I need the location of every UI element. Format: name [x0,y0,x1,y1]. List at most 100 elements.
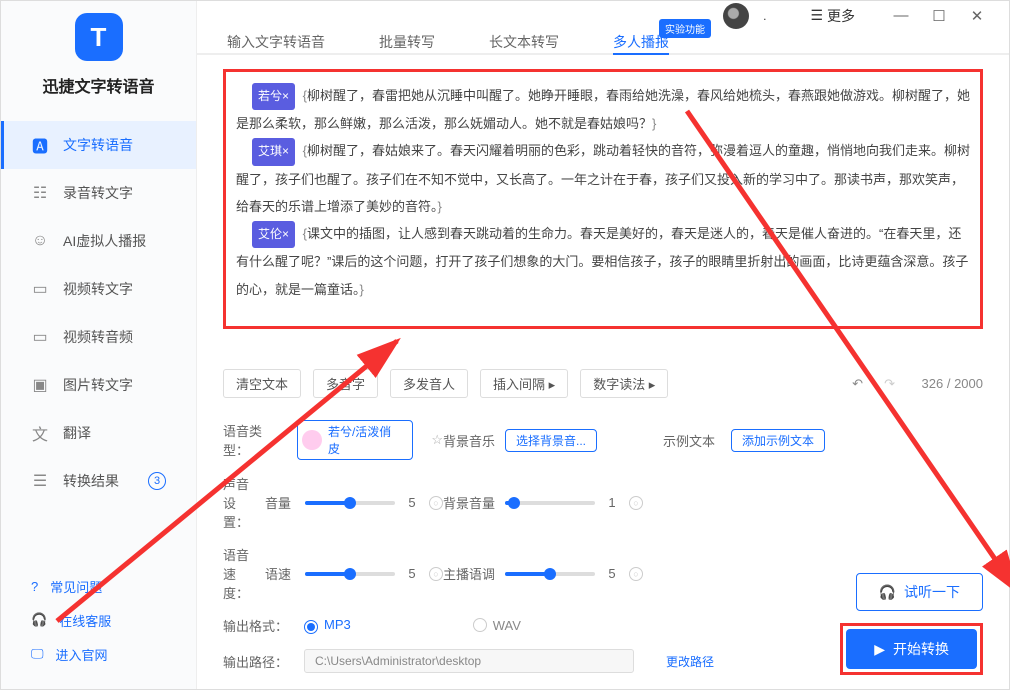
bottom-link-label: 在线客服 [59,611,111,630]
play-icon: ▶ [874,641,885,658]
text-editor[interactable]: 若兮× {柳树醒了，春雷把她从沉睡中叫醒了。她睁开睡眼，春雨给她洗澡，春风给她梳… [223,69,983,329]
sidebar-item-results[interactable]: ☰ 转换结果 3 [1,457,196,505]
preview-label: 试听一下 [904,582,960,602]
speaker-name: 艾伦 [258,227,282,241]
speaker-tag-aiqi[interactable]: 艾琪× [252,138,295,165]
voice-select[interactable]: 若兮/活泼俏皮 [297,420,413,460]
sidebar-item-record-to-text[interactable]: ☷ 录音转文字 [1,169,196,217]
char-max: 2000 [954,376,983,391]
user-avatar[interactable] [723,3,749,29]
multi-speaker-button[interactable]: 多发音人 [390,369,468,398]
website-link[interactable]: 🖵 进入官网 [1,637,196,671]
start-highlight: ▶ 开始转换 [840,623,983,675]
voice-avatar-icon [302,430,322,450]
speed-label: 语音速度： [223,545,255,602]
tab-input-tts[interactable]: 输入文字转语音 [227,31,325,53]
start-label: 开始转换 [893,639,949,659]
tone-reset[interactable]: ○ [629,567,643,581]
app-logo: T [75,13,123,61]
sidebar-item-translate[interactable]: 文 翻译 [1,409,196,457]
image-icon: ▣ [31,376,49,394]
tab-label: 批量转写 [379,32,435,52]
tab-batch[interactable]: 批量转写 [379,31,435,53]
volume-reset[interactable]: ○ [429,496,443,510]
format-mp3-option[interactable]: MP3 [304,617,351,634]
sidebar-item-label: 视频转文字 [63,279,133,299]
sidebar-item-label: 翻译 [63,423,91,443]
speed-reset[interactable]: ○ [429,567,443,581]
sidebar-bottom-links: ? 常见问题 🎧 在线客服 🖵 进入官网 [1,569,196,689]
support-link[interactable]: 🎧 在线客服 [1,603,196,637]
speaker-tag-ruoxi[interactable]: 若兮× [252,83,295,110]
favorite-icon[interactable]: ☆ [431,432,443,448]
char-count: 326 / 2000 [922,376,983,391]
path-label: 输出路径： [223,652,288,671]
sidebar-item-tts[interactable]: 🅰 文字转语音 [1,121,196,169]
redo-button[interactable]: ↷ [880,374,900,394]
radio-icon [473,618,487,632]
speed-value: 5 [405,566,419,581]
bottom-link-label: 进入官网 [56,645,108,664]
headphones-icon: 🎧 [879,584,896,601]
number-reading-button[interactable]: 数字读法 ▸ [580,369,668,398]
format-mp3-label: MP3 [324,617,351,632]
faq-link[interactable]: ? 常见问题 [1,569,196,603]
editor-text: 课文中的插图，让人感到春天跳动着的生命力。春天是美好的，春天是迷人的，春天是催人… [236,226,968,296]
undo-button[interactable]: ↶ [848,374,868,394]
output-path-input[interactable] [304,649,634,673]
avatar-icon: ☺ [31,232,49,250]
app-title: 迅捷文字转语音 [1,73,196,97]
tab-multi-voice[interactable]: 多人播报 实验功能 [613,31,669,53]
user-name: . [763,9,766,23]
bg-volume-value: 1 [605,495,619,510]
tone-slider-row: 主播语调 5 ○ [443,564,643,583]
add-sample-button[interactable]: 添加示例文本 [731,429,825,452]
volume-sublabel: 音量 [265,493,295,512]
change-path-link[interactable]: 更改路径 [666,653,714,670]
preview-button[interactable]: 🎧 试听一下 [856,573,983,611]
sidebar-item-ai-avatar[interactable]: ☺ AI虚拟人播报 [1,217,196,265]
tone-slider[interactable] [505,572,595,576]
more-button[interactable]: ☰ 更多 [810,6,855,26]
speed-slider[interactable] [305,572,395,576]
close-button[interactable]: ✕ [965,4,989,28]
start-convert-button[interactable]: ▶ 开始转换 [846,629,977,669]
maximize-button[interactable]: ☐ [927,4,951,28]
bg-volume-reset[interactable]: ○ [629,496,643,510]
speaker-name: 艾琪 [258,144,282,158]
tab-longtext[interactable]: 长文本转写 [489,31,559,53]
editor-toolbar: 清空文本 多音字 多发音人 插入间隔 ▸ 数字读法 ▸ ↶ ↷ 326 / 20… [223,369,983,398]
char-current: 326 [922,376,944,391]
sample-label: 示例文本 [663,431,715,450]
clear-text-button[interactable]: 清空文本 [223,369,301,398]
insert-pause-button[interactable]: 插入间隔 ▸ [480,369,568,398]
record-icon: ☷ [31,184,49,202]
minimize-button[interactable]: — [889,4,913,28]
bg-volume-sublabel: 背景音量 [443,493,495,512]
sidebar-item-label: 文字转语音 [63,135,133,155]
speaker-name: 若兮 [258,89,282,103]
speaker-tag-ailun[interactable]: 艾伦× [252,221,295,248]
monitor-icon: 🖵 [31,646,44,662]
radio-icon [304,620,318,634]
sidebar-item-video-to-text[interactable]: ▭ 视频转文字 [1,265,196,313]
volume-slider[interactable] [305,501,395,505]
format-label: 输出格式： [223,616,288,635]
polyphone-button[interactable]: 多音字 [313,369,378,398]
sound-settings-label: 声音设置： [223,474,255,531]
speed-sublabel: 语速 [265,564,295,583]
format-wav-label: WAV [493,618,521,633]
sidebar-item-image-to-text[interactable]: ▣ 图片转文字 [1,361,196,409]
video-icon: ▭ [31,280,49,298]
main-panel: . ☰ 更多 — ☐ ✕ 输入文字转语音 批量转写 长文本转写 多人播报 实验功… [197,1,1009,689]
results-icon: ☰ [31,472,49,490]
bottom-link-label: 常见问题 [50,577,102,596]
tab-badge-experimental: 实验功能 [659,19,711,38]
format-wav-option[interactable]: WAV [473,618,521,633]
content-area: 若兮× {柳树醒了，春雷把她从沉睡中叫醒了。她睁开睡眼，春雨给她洗澡，春风给她梳… [197,55,1009,689]
sidebar-item-label: 录音转文字 [63,183,133,203]
bg-music-select[interactable]: 选择背景音... [505,429,597,452]
bg-volume-slider[interactable] [505,501,595,505]
bg-music-label: 背景音乐 [443,431,495,450]
sidebar-item-video-to-audio[interactable]: ▭ 视频转音频 [1,313,196,361]
